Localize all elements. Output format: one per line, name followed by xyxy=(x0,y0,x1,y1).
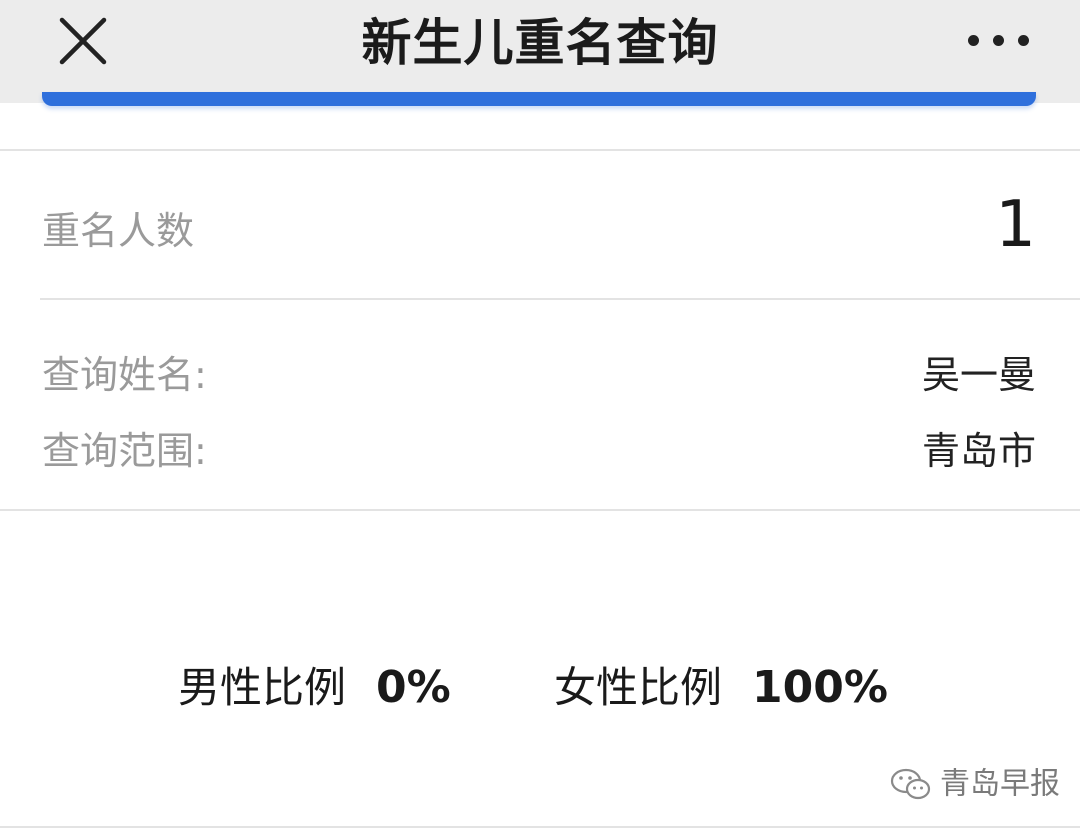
query-name-value: 吴一曼 xyxy=(921,353,1036,397)
close-icon xyxy=(59,17,107,65)
query-input-field[interactable] xyxy=(42,92,1036,106)
duplicate-count-label: 重名人数 xyxy=(42,209,195,253)
female-ratio: 女性比例 100% xyxy=(554,660,888,716)
female-ratio-value: 100% xyxy=(752,662,888,713)
male-ratio: 男性比例 0% xyxy=(178,660,451,716)
more-options-icon xyxy=(968,35,979,46)
more-options-button[interactable] xyxy=(966,28,1032,54)
page-title: 新生儿重名查询 xyxy=(361,14,719,72)
duplicate-count-value: 1 xyxy=(995,188,1036,262)
watermark: 青岛早报 xyxy=(890,762,1060,806)
divider xyxy=(0,149,1080,151)
query-scope-value: 青岛市 xyxy=(921,429,1036,473)
query-scope-label: 查询范围: xyxy=(42,429,207,473)
divider xyxy=(40,298,1080,300)
female-ratio-label: 女性比例 xyxy=(554,663,723,712)
divider xyxy=(0,509,1080,511)
divider xyxy=(0,826,1080,828)
wechat-icon xyxy=(890,768,931,799)
male-ratio-label: 男性比例 xyxy=(178,663,347,712)
male-ratio-value: 0% xyxy=(376,662,451,713)
query-name-label: 查询姓名: xyxy=(42,353,207,397)
watermark-text: 青岛早报 xyxy=(940,766,1060,802)
close-button[interactable] xyxy=(52,16,112,68)
top-nav-bar: 新生儿重名查询 xyxy=(0,0,1080,103)
